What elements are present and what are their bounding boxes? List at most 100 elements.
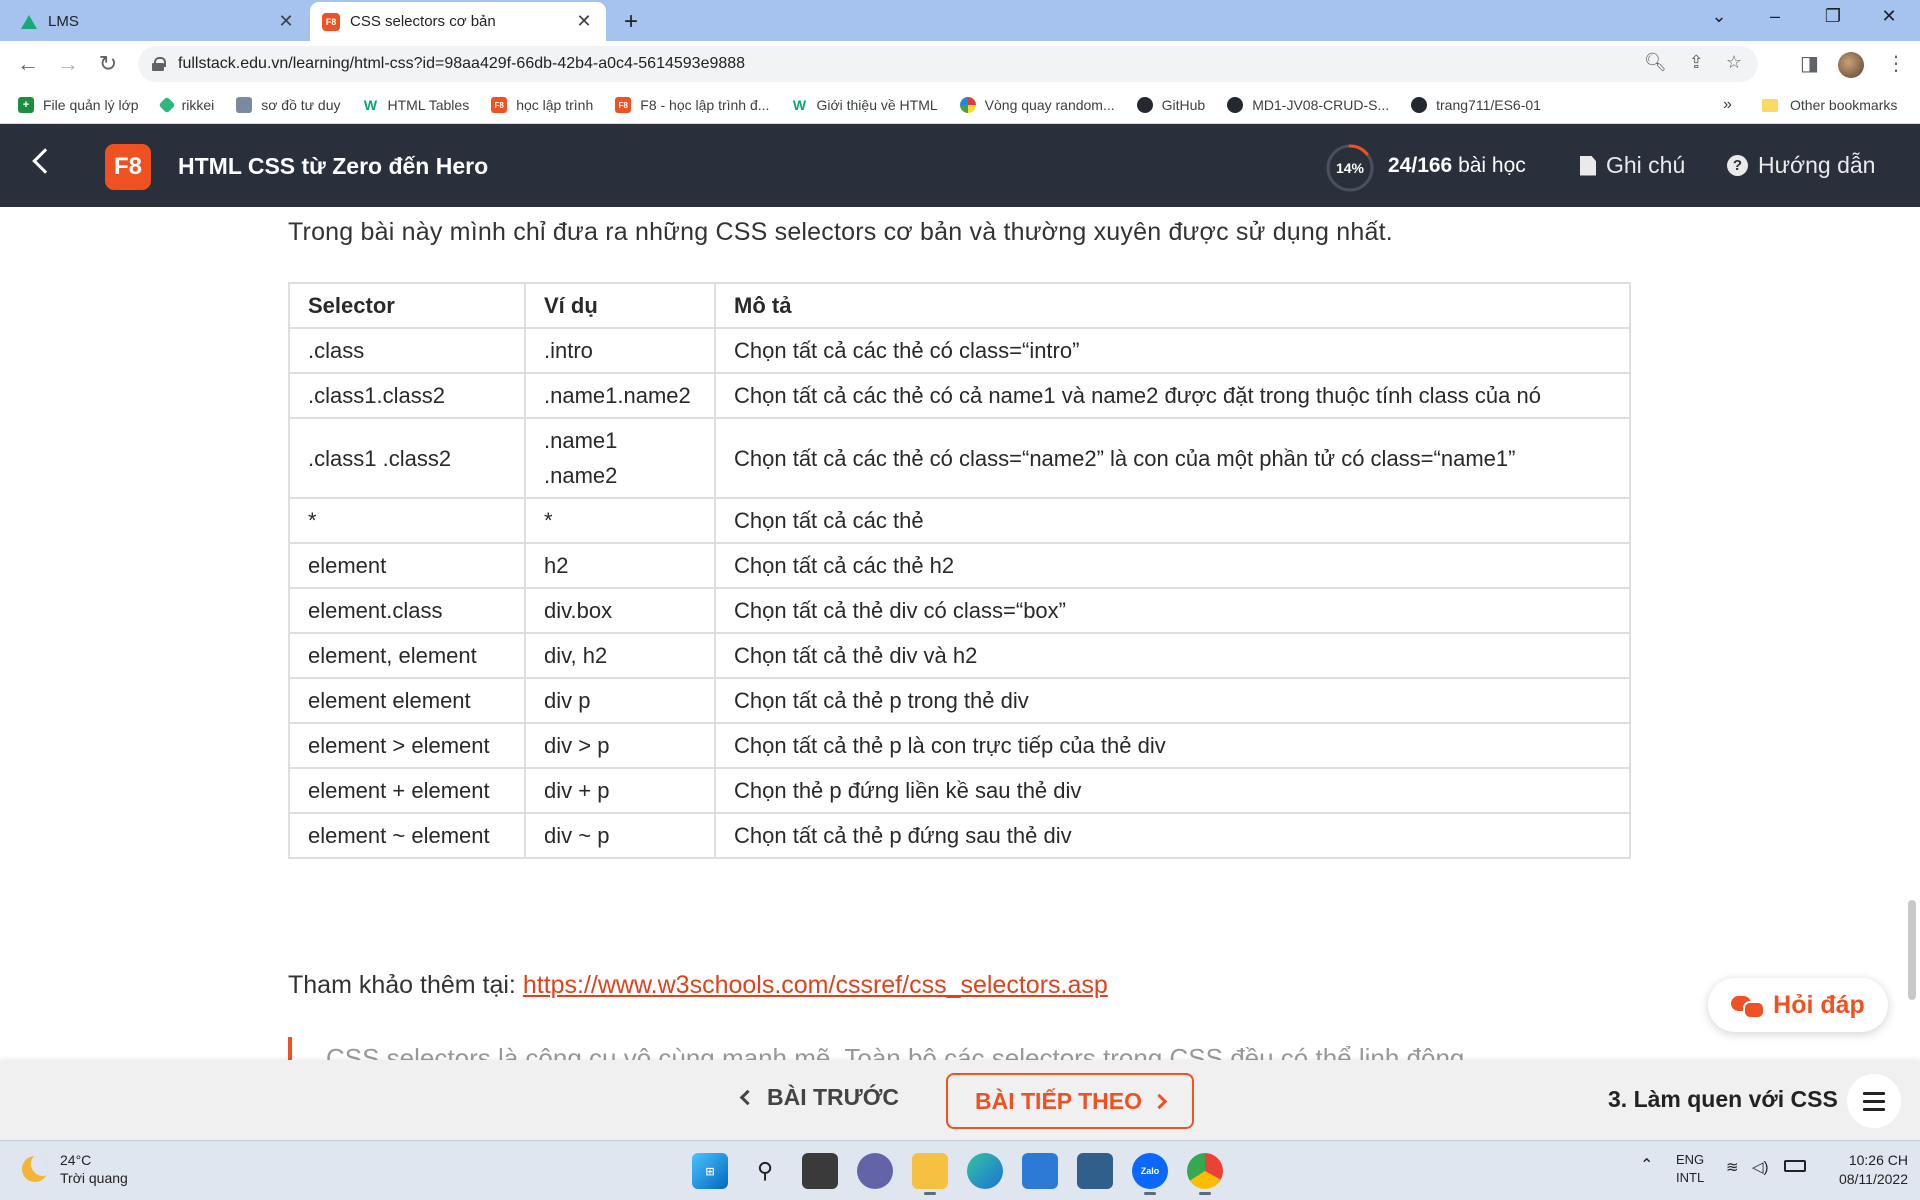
bookmark-item[interactable]: GitHub [1136,97,1205,113]
new-tab-icon[interactable]: + [624,8,638,36]
minimize-icon[interactable]: – [1752,6,1798,27]
mysql-workbench-icon[interactable] [1077,1153,1113,1189]
chevron-right-icon [1151,1093,1168,1109]
tab-search-chevron-icon[interactable]: ⌄ [1696,6,1742,27]
search-icon[interactable]: ⚲ [747,1153,783,1189]
bookmark-item[interactable]: F8 học lập trình [491,97,593,113]
wifi-icon[interactable]: ≋ [1726,1159,1739,1177]
description-cell: Chọn thẻ p đứng liền kề sau thẻ div [714,767,1631,814]
table-row: element ~ element div ~ p Chọn tất cả thẻ … [288,812,1631,859]
tab-css-selectors[interactable]: F8 CSS selectors cơ bản ✕ [310,2,606,41]
back-chevron-icon[interactable] [32,148,58,174]
system-clock[interactable]: 10:26 CH 08/11/2022 [1826,1151,1908,1189]
description-cell: Chọn tất cả các thẻ [714,497,1631,544]
reference-line: Tham khảo thêm tại: https://www.w3school… [288,971,1108,999]
store-icon[interactable] [1022,1153,1058,1189]
bookmark-item[interactable]: trang711/ES6-01 [1411,97,1541,113]
bookmark-star-icon[interactable]: ☆ [1726,52,1742,73]
blockquote-text: CSS selectors là công cụ vô cùng mạnh mẽ… [326,1043,1465,1060]
profile-avatar[interactable] [1838,52,1864,78]
reference-link[interactable]: https://www.w3schools.com/cssref/css_sel… [523,971,1108,999]
intro-paragraph: Trong bài này mình chỉ đưa ra những CSS … [288,218,1393,246]
omnibox[interactable]: fullstack.edu.vn/learning/html-css?id=98… [138,46,1758,82]
restore-icon[interactable]: ❐ [1810,6,1856,27]
column-header: Ví dụ [524,282,716,329]
volume-icon[interactable]: ◁) [1752,1159,1769,1177]
notes-button[interactable]: Ghi chú [1580,152,1685,179]
bookmark-item[interactable]: F8 F8 - học lập trình đ... [615,97,769,113]
course-title: HTML CSS từ Zero đến Hero [178,153,489,179]
zoom-icon[interactable]: 🔍︎ [1644,52,1667,73]
reload-icon[interactable]: ↻ [94,51,122,77]
bookmark-item[interactable]: W HTML Tables [363,97,469,113]
progress-percent: 14% [1335,160,1365,176]
rikkei-icon [158,96,176,114]
bookmarks-overflow-icon[interactable]: » [1723,96,1732,114]
blockquote: CSS selectors là công cụ vô cùng mạnh mẽ… [288,1037,1588,1060]
bookmark-item[interactable]: MD1-JV08-CRUD-S... [1227,97,1389,113]
description-cell: Chọn tất cả các thẻ có cả name1 và name2… [714,372,1631,419]
description-cell: Chọn tất cả các thẻ có class=“name2” là … [714,417,1631,499]
zalo-icon[interactable]: Zalo [1132,1153,1168,1195]
question-icon: ? [1727,155,1748,176]
scrollbar-thumb[interactable] [1908,900,1916,1000]
table-row: * * Chọn tất cả các thẻ [288,497,1631,544]
example-cell: div, h2 [524,632,716,679]
bookmark-item[interactable]: Vòng quay random... [959,97,1115,113]
bookmark-item[interactable]: sơ đồ tư duy [236,97,341,113]
tab-title: CSS selectors cơ bản [350,13,496,30]
file-explorer-icon[interactable] [912,1153,948,1195]
bookmark-item[interactable]: + File quản lý lớp [18,97,139,113]
other-bookmarks[interactable]: Other bookmarks [1762,97,1897,113]
tab-lms[interactable]: LMS ✕ [8,2,308,41]
f8-logo[interactable]: F8 [105,144,151,190]
table-row: element.class div.box Chọn tất cả thẻ div … [288,587,1631,634]
share-icon[interactable]: ⇪ [1689,52,1704,73]
back-arrow-icon[interactable]: ← [14,51,42,77]
example-cell: div > p [524,722,716,769]
f8-icon: F8 [491,97,508,113]
bookmark-item[interactable]: rikkei [158,96,214,114]
table-row: element element div p Chọn tất cả thẻ p tr… [288,677,1631,724]
close-tab-icon[interactable]: ✕ [574,11,594,32]
close-tab-icon[interactable]: ✕ [276,11,296,32]
chevron-left-icon [739,1089,756,1106]
w3schools-icon: W [792,97,807,113]
close-window-icon[interactable]: ✕ [1866,6,1912,27]
column-header: Mô tả [714,282,1631,329]
windows-taskbar: 24°C Trời quang ⊞ ⚲ Zalo ⌃ ENG INTL ≋ ◁) 1… [0,1140,1920,1200]
forward-arrow-icon[interactable]: → [54,51,82,77]
battery-icon[interactable] [1784,1160,1806,1172]
windows-start-icon[interactable]: ⊞ [692,1153,728,1189]
url-text[interactable]: fullstack.edu.vn/learning/html-css?id=98… [178,55,745,73]
sheets-icon: + [18,97,34,113]
bookmarks-bar: + File quản lý lớp rikkei sơ đồ tư duy WH… [0,87,1920,124]
lesson-nav-bar: BÀI TRƯỚC BÀI TIẾP THEO 3. Làm quen với … [0,1060,1920,1140]
chrome-menu-icon[interactable]: ⋮ [1886,51,1906,76]
example-cell: .name1 .name2 [524,417,716,499]
chrome-icon[interactable] [1187,1153,1223,1195]
github-icon [1411,97,1428,113]
bookmark-item[interactable]: W Giới thiệu về HTML [791,97,938,113]
side-panel-icon[interactable]: ◨ [1800,51,1819,76]
description-cell: Chọn tất cả thẻ div có class=“box” [714,587,1631,634]
guide-button[interactable]: ? Hướng dẫn [1727,152,1875,179]
prev-lesson-button[interactable]: BÀI TRƯỚC [739,1084,899,1111]
next-lesson-button[interactable]: BÀI TIẾP THEO [946,1073,1194,1129]
chevron-up-icon[interactable]: ⌃ [1640,1157,1653,1175]
lms-favicon-icon [20,13,38,31]
description-cell: Chọn tất cả các thẻ h2 [714,542,1631,589]
task-view-icon[interactable] [802,1153,838,1189]
weather-widget[interactable]: 24°C Trời quang [22,1151,128,1187]
example-cell: * [524,497,716,544]
tab-title: LMS [48,13,79,30]
qa-button[interactable]: Hỏi đáp [1708,978,1888,1032]
teams-chat-icon[interactable] [857,1153,893,1189]
selector-cell: element > element [288,722,526,769]
edge-icon[interactable] [967,1153,1003,1189]
language-indicator[interactable]: ENG INTL [1676,1151,1704,1187]
lock-icon[interactable] [152,57,166,71]
lesson-menu-button[interactable] [1847,1074,1901,1128]
table-header-row: Selector Ví dụ Mô tả [288,282,1631,329]
lessons-progress: 24/166 bài học [1388,154,1526,177]
